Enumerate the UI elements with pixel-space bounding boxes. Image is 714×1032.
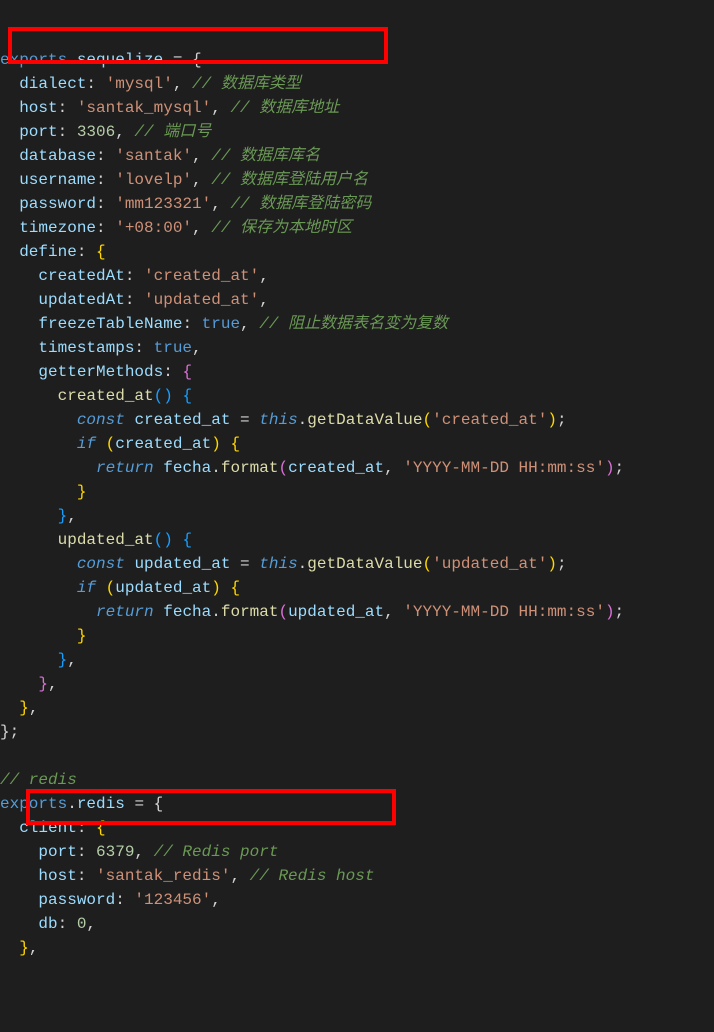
code-line[interactable]: port: 3306, // 端口号 — [0, 120, 714, 144]
code-line[interactable]: host: 'santak_mysql', // 数据库地址 — [0, 96, 714, 120]
code-line[interactable]: timezone: '+08:00', // 保存为本地时区 — [0, 216, 714, 240]
code-line[interactable] — [0, 744, 714, 768]
code-line[interactable]: dialect: 'mysql', // 数据库类型 — [0, 72, 714, 96]
code-line[interactable]: return fecha.format(created_at, 'YYYY-MM… — [0, 456, 714, 480]
code-line[interactable]: created_at() { — [0, 384, 714, 408]
code-line[interactable]: } — [0, 624, 714, 648]
code-line[interactable]: password: '123456', — [0, 888, 714, 912]
code-line[interactable]: port: 6379, // Redis port — [0, 840, 714, 864]
code-line[interactable]: }, — [0, 696, 714, 720]
code-line[interactable]: updatedAt: 'updated_at', — [0, 288, 714, 312]
code-line[interactable]: client: { — [0, 816, 714, 840]
code-line[interactable]: password: 'mm123321', // 数据库登陆密码 — [0, 192, 714, 216]
code-line[interactable]: }; — [0, 720, 714, 744]
code-line[interactable]: freezeTableName: true, // 阻止数据表名变为复数 — [0, 312, 714, 336]
code-line[interactable]: return fecha.format(updated_at, 'YYYY-MM… — [0, 600, 714, 624]
code-line[interactable]: host: 'santak_redis', // Redis host — [0, 864, 714, 888]
code-line[interactable]: define: { — [0, 240, 714, 264]
code-line[interactable]: if (updated_at) { — [0, 576, 714, 600]
code-line[interactable]: }, — [0, 648, 714, 672]
code-line[interactable]: createdAt: 'created_at', — [0, 264, 714, 288]
code-line[interactable]: timestamps: true, — [0, 336, 714, 360]
code-line[interactable]: // redis — [0, 768, 714, 792]
code-line[interactable]: }, — [0, 936, 714, 960]
code-line[interactable]: } — [0, 480, 714, 504]
code-line[interactable]: exports.sequelize = { — [0, 48, 714, 72]
code-line[interactable]: database: 'santak', // 数据库库名 — [0, 144, 714, 168]
code-line[interactable]: getterMethods: { — [0, 360, 714, 384]
code-line[interactable]: }, — [0, 504, 714, 528]
code-line[interactable]: username: 'lovelp', // 数据库登陆用户名 — [0, 168, 714, 192]
code-line[interactable]: db: 0, — [0, 912, 714, 936]
code-line[interactable]: if (created_at) { — [0, 432, 714, 456]
code-line[interactable]: exports.redis = { — [0, 792, 714, 816]
code-line[interactable]: updated_at() { — [0, 528, 714, 552]
code-content: exports.sequelize = { dialect: 'mysql', … — [0, 48, 714, 960]
code-editor[interactable]: exports.sequelize = { dialect: 'mysql', … — [0, 0, 714, 1032]
code-line[interactable]: }, — [0, 672, 714, 696]
code-line[interactable]: const created_at = this.getDataValue('cr… — [0, 408, 714, 432]
code-line[interactable]: const updated_at = this.getDataValue('up… — [0, 552, 714, 576]
